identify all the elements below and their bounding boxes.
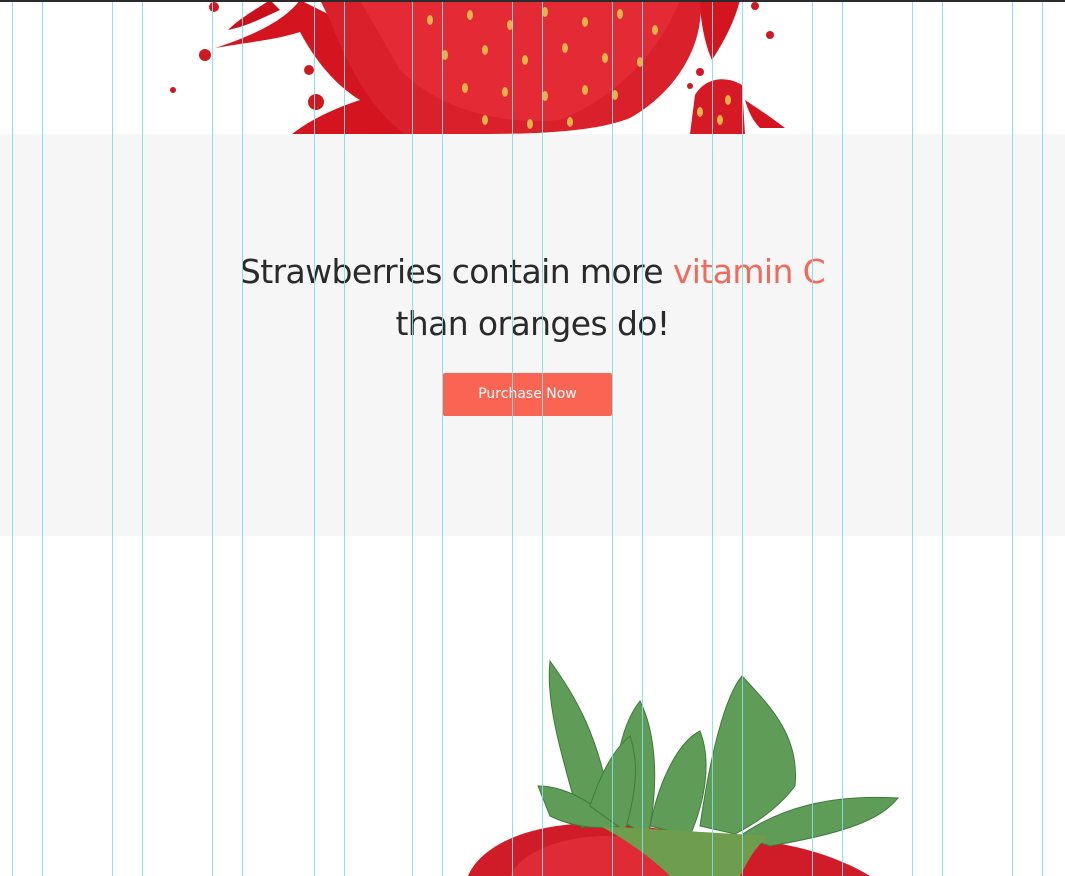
strawberry-splash-image (0, 0, 1065, 134)
top-divider (0, 0, 1065, 2)
headline-text-part2: than oranges do! (395, 304, 670, 343)
headline-accent-text: vitamin C (672, 252, 826, 291)
headline-text-part1: Strawberries contain more (239, 252, 673, 291)
purchase-now-button[interactable]: Purchase Now (443, 373, 612, 416)
strawberry-with-leaves-image (0, 536, 1065, 876)
cta-headline: Strawberries contain more vitamin Cthan … (0, 246, 1065, 350)
landing-page: Strawberries contain more vitamin Cthan … (0, 0, 1065, 876)
vitamin-c-cta-section: Strawberries contain more vitamin Cthan … (0, 134, 1065, 536)
